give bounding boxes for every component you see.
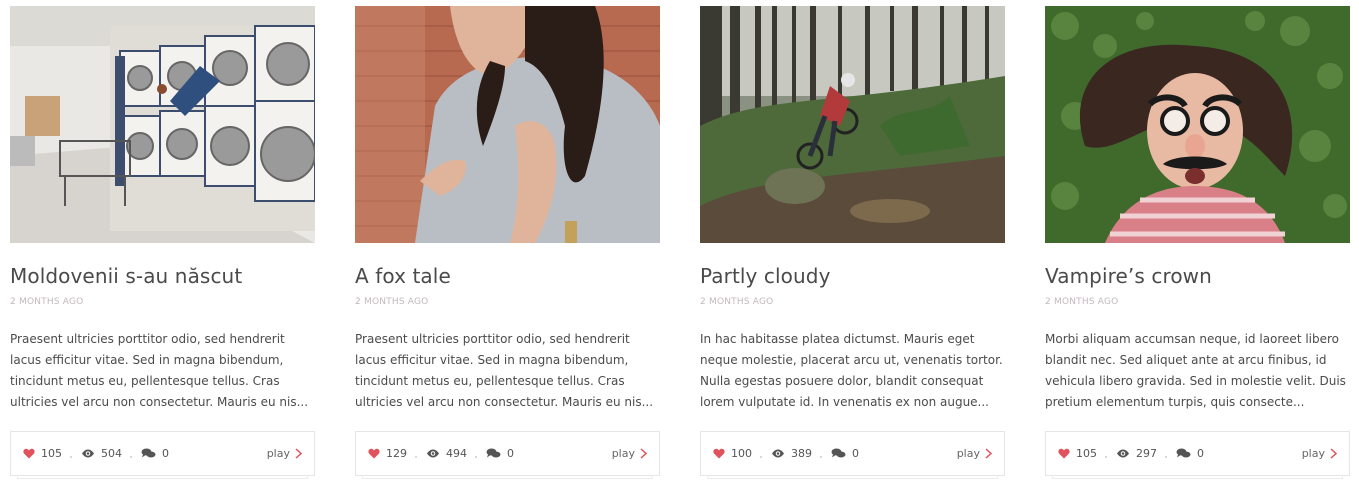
- heart-icon: [713, 448, 725, 459]
- likes-count: 105: [41, 447, 62, 460]
- views-stat: 504: [81, 447, 122, 460]
- post-date: 2 MONTHS AGO: [10, 297, 84, 307]
- likes-stat[interactable]: 129: [368, 447, 407, 460]
- post-card: Moldovenii s-au născut 2 MONTHS AGO Prae…: [10, 6, 315, 482]
- play-label: play: [956, 447, 980, 460]
- post-card: Vampire’s crown 2 MONTHS AGO Morbi aliqu…: [1045, 6, 1350, 482]
- views-count: 504: [101, 447, 122, 460]
- eye-icon: [772, 449, 784, 458]
- post-card: Partly cloudy 2 MONTHS AGO In hac habita…: [700, 6, 1005, 482]
- comments-icon: [141, 448, 156, 458]
- post-title[interactable]: Moldovenii s-au născut: [10, 264, 315, 290]
- separator-dot: [1105, 455, 1107, 458]
- likes-stat[interactable]: 105: [23, 447, 62, 460]
- eye-icon: [1117, 449, 1129, 458]
- comments-icon: [486, 448, 501, 458]
- separator-dot: [1165, 455, 1167, 458]
- post-footer: 129 494 0 play: [355, 431, 660, 479]
- post-date: 2 MONTHS AGO: [700, 297, 774, 307]
- post-footer: 100 389 0 play: [700, 431, 1005, 479]
- post-footer: 105 297 0 play: [1045, 431, 1350, 479]
- views-count: 389: [791, 447, 812, 460]
- play-label: play: [1301, 447, 1325, 460]
- chevron-right-icon: [985, 448, 992, 459]
- comments-count: 0: [1197, 447, 1204, 460]
- post-thumbnail-portrait[interactable]: [355, 6, 660, 243]
- post-excerpt: Praesent ultricies porttitor odio, sed h…: [355, 332, 654, 409]
- post-excerpt: Praesent ultricies porttitor odio, sed h…: [10, 332, 309, 409]
- chevron-right-icon: [1330, 448, 1337, 459]
- post-thumbnail-forest[interactable]: [700, 6, 1005, 243]
- post-title[interactable]: Partly cloudy: [700, 264, 1005, 290]
- separator-dot: [415, 455, 417, 458]
- post-thumbnail-laundromat[interactable]: [10, 6, 315, 243]
- comments-count: 0: [507, 447, 514, 460]
- likes-stat[interactable]: 105: [1058, 447, 1097, 460]
- likes-count: 105: [1076, 447, 1097, 460]
- post-excerpt: In hac habitasse platea dictumst. Mauris…: [700, 332, 1003, 409]
- separator-dot: [130, 455, 132, 458]
- post-card: A fox tale 2 MONTHS AGO Praesent ultrici…: [355, 6, 660, 482]
- post-thumbnail-disguise[interactable]: [1045, 6, 1350, 243]
- play-button[interactable]: play: [267, 447, 302, 460]
- play-button[interactable]: play: [957, 447, 992, 460]
- heart-icon: [23, 448, 35, 459]
- comments-count: 0: [162, 447, 169, 460]
- post-title[interactable]: Vampire’s crown: [1045, 264, 1350, 290]
- play-label: play: [266, 447, 290, 460]
- comments-stat[interactable]: 0: [831, 447, 859, 460]
- eye-icon: [427, 449, 439, 458]
- likes-stat[interactable]: 100: [713, 447, 752, 460]
- comments-icon: [1176, 448, 1191, 458]
- eye-icon: [82, 449, 94, 458]
- post-footer: 105 504 0 play: [10, 431, 315, 479]
- play-button[interactable]: play: [1302, 447, 1337, 460]
- chevron-right-icon: [640, 448, 647, 459]
- heart-icon: [368, 448, 380, 459]
- views-stat: 494: [426, 447, 467, 460]
- comments-icon: [831, 448, 846, 458]
- post-excerpt: Morbi aliquam accumsan neque, id laoreet…: [1045, 332, 1346, 409]
- play-label: play: [611, 447, 635, 460]
- likes-count: 129: [386, 447, 407, 460]
- play-button[interactable]: play: [612, 447, 647, 460]
- views-count: 297: [1136, 447, 1157, 460]
- comments-stat[interactable]: 0: [486, 447, 514, 460]
- separator-dot: [760, 455, 762, 458]
- separator-dot: [475, 455, 477, 458]
- views-stat: 389: [771, 447, 812, 460]
- post-date: 2 MONTHS AGO: [1045, 297, 1119, 307]
- views-count: 494: [446, 447, 467, 460]
- post-title[interactable]: A fox tale: [355, 264, 660, 290]
- comments-stat[interactable]: 0: [141, 447, 169, 460]
- post-date: 2 MONTHS AGO: [355, 297, 429, 307]
- separator-dot: [70, 455, 72, 458]
- post-grid: Moldovenii s-au născut 2 MONTHS AGO Prae…: [10, 6, 1350, 482]
- views-stat: 297: [1116, 447, 1157, 460]
- comments-count: 0: [852, 447, 859, 460]
- separator-dot: [820, 455, 822, 458]
- chevron-right-icon: [295, 448, 302, 459]
- comments-stat[interactable]: 0: [1176, 447, 1204, 460]
- heart-icon: [1058, 448, 1070, 459]
- likes-count: 100: [731, 447, 752, 460]
